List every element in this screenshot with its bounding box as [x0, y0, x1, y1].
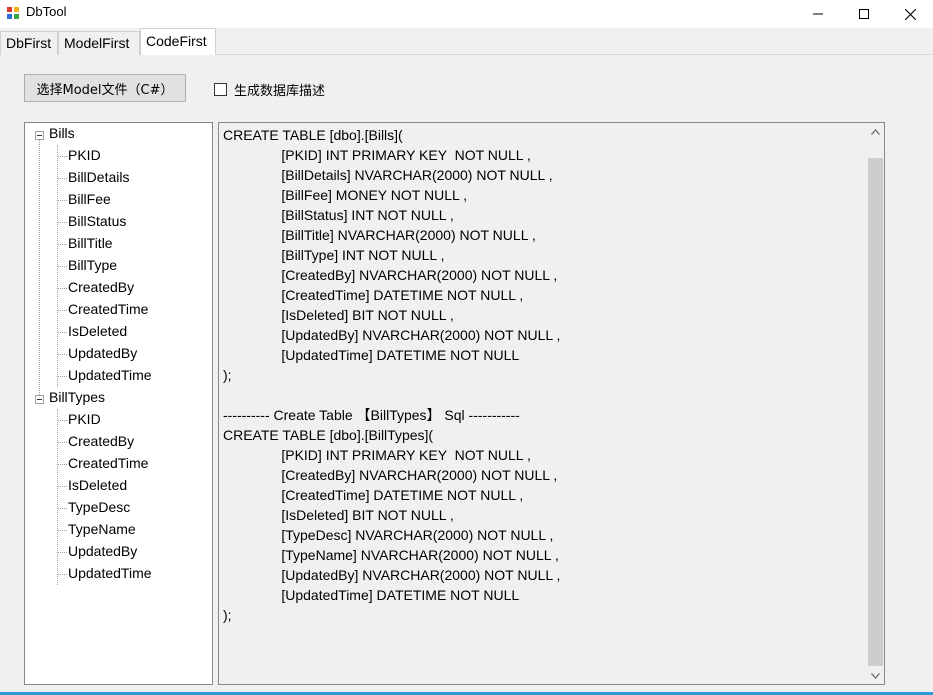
tree-node-billtypes[interactable]: BillTypes	[49, 389, 105, 411]
collapse-icon[interactable]	[35, 131, 44, 140]
gen-desc-label[interactable]: 生成数据库描述	[234, 80, 325, 99]
model-tree[interactable]: Bills PKID BillDetails BillFee BillStatu…	[24, 122, 213, 685]
tree-item[interactable]: TypeDesc	[68, 499, 130, 521]
tree-item[interactable]: CreatedTime	[68, 301, 148, 323]
tree-item[interactable]: IsDeleted	[68, 323, 127, 345]
tree-item[interactable]: PKID	[68, 411, 101, 433]
vertical-scrollbar[interactable]	[867, 123, 884, 684]
sql-output-textbox[interactable]: CREATE TABLE [dbo].[Bills]( [PKID] INT P…	[218, 122, 885, 685]
codefirst-panel: 选择Model文件（C#） 生成数据库描述 Bills PKID BillDet…	[0, 55, 933, 695]
maximize-button[interactable]	[841, 0, 887, 28]
maximize-icon	[859, 9, 869, 19]
tree-node-bills[interactable]: Bills	[49, 125, 75, 147]
tree-item[interactable]: CreatedBy	[68, 433, 134, 455]
scroll-thumb[interactable]	[868, 158, 883, 666]
tab-codefirst[interactable]: CodeFirst	[140, 28, 216, 56]
chevron-down-icon	[871, 672, 880, 679]
window-title: DbTool	[26, 4, 67, 19]
title-bar: DbTool	[0, 0, 933, 28]
select-model-file-button[interactable]: 选择Model文件（C#）	[24, 74, 186, 102]
tree-item[interactable]: UpdatedBy	[68, 345, 137, 367]
gen-desc-option[interactable]: 生成数据库描述	[214, 80, 325, 99]
tree-item[interactable]: UpdatedTime	[68, 565, 152, 587]
sql-output-text: CREATE TABLE [dbo].[Bills]( [PKID] INT P…	[223, 127, 561, 623]
tree-item[interactable]: UpdatedTime	[68, 367, 152, 389]
scroll-down-button[interactable]	[867, 667, 884, 684]
minimize-icon	[813, 13, 823, 15]
gen-desc-checkbox[interactable]	[214, 82, 227, 96]
tree-item[interactable]: TypeName	[68, 521, 136, 543]
tab-strip: DbFirst ModelFirst CodeFirst	[0, 28, 933, 56]
tree-item[interactable]: BillFee	[68, 191, 111, 213]
tree-item[interactable]: UpdatedBy	[68, 543, 137, 565]
tab-dbfirst[interactable]: DbFirst	[0, 31, 58, 55]
tree-item[interactable]: CreatedBy	[68, 279, 134, 301]
chevron-up-icon	[871, 128, 880, 135]
tree-item[interactable]: BillType	[68, 257, 117, 279]
app-icon	[6, 6, 20, 20]
close-icon	[904, 8, 916, 20]
tree-item[interactable]: CreatedTime	[68, 455, 148, 477]
tree-item[interactable]: BillDetails	[68, 169, 129, 191]
close-button[interactable]	[887, 0, 933, 28]
minimize-button[interactable]	[795, 0, 841, 28]
tree-item[interactable]: BillStatus	[68, 213, 126, 235]
tree-item[interactable]: IsDeleted	[68, 477, 127, 499]
tab-modelfirst[interactable]: ModelFirst	[58, 31, 140, 55]
tree-item[interactable]: BillTitle	[68, 235, 113, 257]
collapse-icon[interactable]	[35, 395, 44, 404]
tree-item[interactable]: PKID	[68, 147, 101, 169]
scroll-up-button[interactable]	[867, 123, 884, 140]
